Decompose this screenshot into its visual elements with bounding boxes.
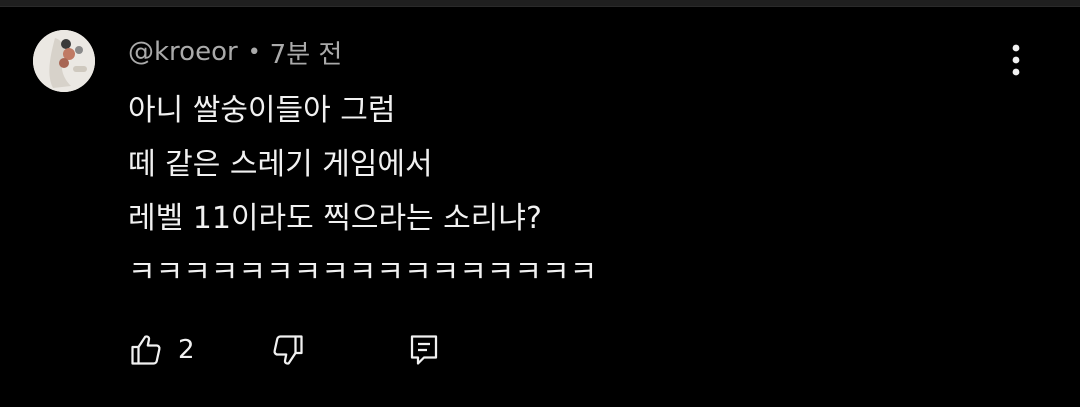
- comment-actions: 2: [128, 326, 468, 374]
- avatar[interactable]: [33, 30, 95, 92]
- more-vert-icon: [1012, 44, 1020, 76]
- comment-line: 레벨 11이라도 찍으라는 소리냐?: [128, 201, 542, 236]
- reply-comment-icon: [410, 335, 438, 365]
- dislike-button[interactable]: [270, 326, 306, 374]
- reply-button[interactable]: [406, 326, 442, 374]
- more-options-button[interactable]: [996, 38, 1036, 82]
- comment-timestamp[interactable]: 7분 전: [270, 34, 343, 71]
- like-count: 2: [178, 335, 195, 365]
- top-divider: [0, 0, 1080, 7]
- comment-line: 아니 쌀숭이들아 그럼: [128, 93, 396, 128]
- avatar-image: [33, 30, 95, 92]
- comment-line: ㅋㅋㅋㅋㅋㅋㅋㅋㅋㅋㅋㅋㅋㅋㅋㅋㅋ: [128, 255, 598, 290]
- header-separator: •: [247, 39, 261, 65]
- thumbs-down-icon: [273, 335, 303, 365]
- like-button[interactable]: 2: [128, 326, 195, 374]
- thumbs-up-icon: [131, 335, 161, 365]
- comment-line: 떼 같은 스레기 게임에서: [128, 147, 433, 182]
- comment-text: 아니 쌀숭이들아 그럼 떼 같은 스레기 게임에서 레벨 11이라도 찍으라는 …: [128, 84, 988, 300]
- author-name[interactable]: @kroeor: [128, 37, 238, 67]
- comment-header: @kroeor • 7분 전: [128, 34, 342, 70]
